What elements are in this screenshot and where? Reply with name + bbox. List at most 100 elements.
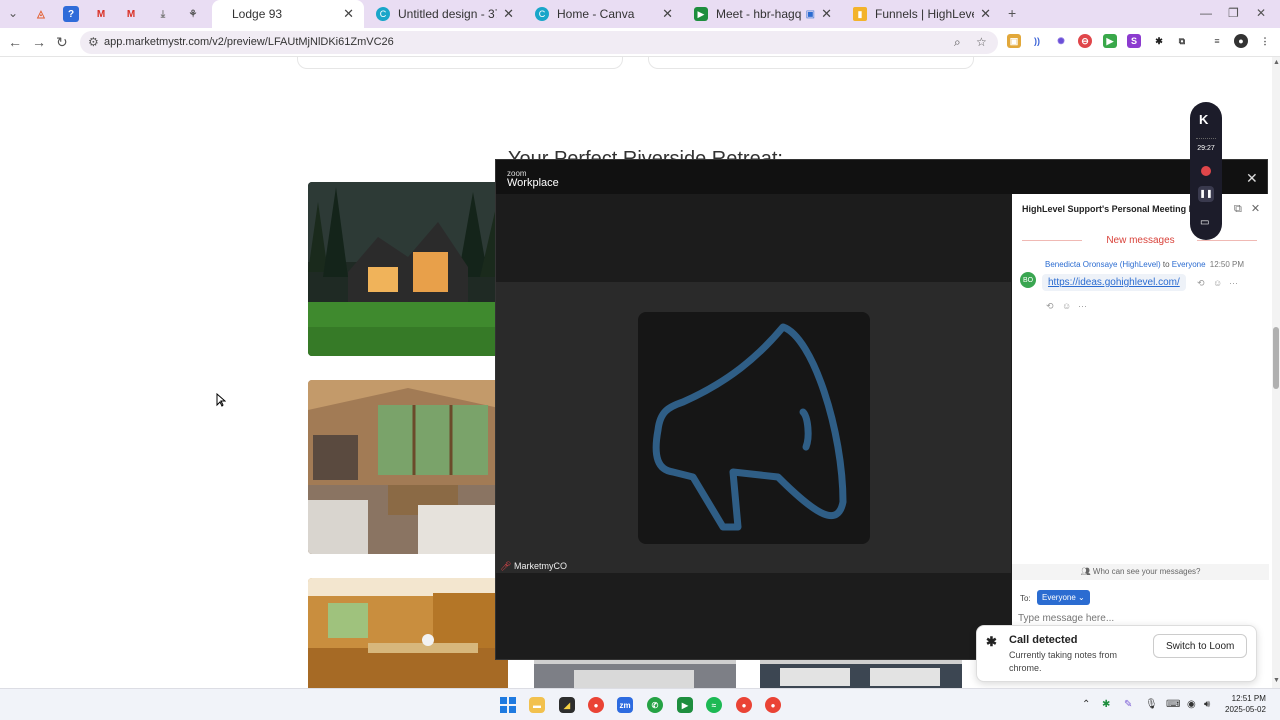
mouse-cursor-icon xyxy=(216,393,226,407)
sticky-notes-icon[interactable]: ◢ xyxy=(559,697,575,713)
tab-untitled-design[interactable]: C Untitled design - 375 × 233px ✕ xyxy=(366,0,524,28)
file-explorer-icon[interactable]: ▬ xyxy=(529,697,545,713)
minimize-icon[interactable]: — xyxy=(1200,6,1212,20)
menu-kebab-icon[interactable]: ⋮ xyxy=(1258,34,1272,48)
close-tab-icon[interactable]: ✕ xyxy=(503,6,514,22)
tray-overflow-icon[interactable]: ⌃ xyxy=(1082,699,1090,710)
reading-list-icon[interactable]: ≡ xyxy=(1210,34,1224,48)
megaphone-icon xyxy=(652,323,847,531)
extensions-puzzle-icon[interactable]: ⧉ xyxy=(1175,34,1189,48)
to-word: to xyxy=(1162,260,1170,269)
more-options-icon[interactable]: ··· xyxy=(1078,301,1087,311)
tab-lodge-93[interactable]: Lodge 93 ✕ xyxy=(212,0,364,28)
zoom-app-icon[interactable]: zm xyxy=(617,697,633,713)
divider xyxy=(1196,138,1216,140)
loom-logo-icon[interactable]: K xyxy=(1199,112,1208,127)
bedroom-photo[interactable] xyxy=(534,660,736,688)
recipient-dropdown[interactable]: Everyone ⌄ xyxy=(1037,590,1090,605)
volume-icon[interactable]: 🔊︎ xyxy=(1204,699,1210,710)
participant-name-label: 🎤︎ MarketmyCO xyxy=(500,561,567,572)
close-window-icon[interactable]: ✕ xyxy=(1256,6,1266,20)
chrome-profile-icon[interactable]: ● xyxy=(736,697,752,713)
site-info-icon[interactable]: ⚙ xyxy=(88,35,99,49)
popout-icon[interactable]: ⧉ xyxy=(1234,203,1242,215)
profile-avatar[interactable]: ● xyxy=(1234,34,1248,48)
chrome-profile-icon[interactable]: ● xyxy=(765,697,781,713)
new-tab-button[interactable]: + xyxy=(1008,5,1016,21)
who-can-see-messages[interactable]: 👥︎ Who can see your messages? xyxy=(1012,564,1269,580)
page-scrollbar[interactable]: ▲ ▼ xyxy=(1272,57,1280,688)
scroll-up-icon[interactable]: ▲ xyxy=(1273,59,1280,66)
extension-icon[interactable]: ⊖ xyxy=(1078,34,1092,48)
gmail-tab-icon[interactable]: M xyxy=(93,6,109,22)
avatar: BO xyxy=(1020,272,1036,288)
message-link[interactable]: https://ideas.gohighlevel.com/ xyxy=(1042,274,1186,291)
address-bar[interactable]: ⚙ app.marketmystr.com/v2/preview/LFAUtMj… xyxy=(80,31,998,54)
call-detected-toast: ✱ Call detected Currently taking notes f… xyxy=(976,625,1257,682)
extension-icon[interactable]: S xyxy=(1127,34,1141,48)
sender-name[interactable]: Benedicta Oronsaye (HighLevel) xyxy=(1045,260,1161,269)
bookmark-star-icon[interactable]: ☆ xyxy=(976,35,987,49)
emoji-react-icon[interactable]: ☺ xyxy=(1213,278,1222,288)
stop-record-icon[interactable] xyxy=(1201,166,1211,176)
close-tab-icon[interactable]: ✕ xyxy=(821,6,832,22)
tray-app-icon[interactable]: ✱ xyxy=(1102,699,1110,710)
forward-icon[interactable]: → xyxy=(32,34,46,50)
windows-start-icon[interactable] xyxy=(500,697,516,713)
pinned-tab-icon[interactable]: ⚘ xyxy=(185,6,201,22)
muted-mic-icon: 🎤︎ xyxy=(500,561,512,571)
pause-icon[interactable]: ❚❚ xyxy=(1198,186,1214,202)
browser-tab-strip: ⌄ ◬ ? M M ⤓ ⚘ Lodge 93 ✕ C Untitled desi… xyxy=(0,0,1280,28)
scroll-down-icon[interactable]: ▼ xyxy=(1273,677,1280,684)
maximize-icon[interactable]: ❐ xyxy=(1228,6,1239,20)
close-icon[interactable]: ✕ xyxy=(1246,170,1258,187)
scrollbar-thumb[interactable] xyxy=(1273,327,1279,389)
reply-icon[interactable]: ⟲ xyxy=(1046,301,1054,312)
close-tab-icon[interactable]: ✕ xyxy=(343,6,354,22)
wifi-icon[interactable]: ◉ xyxy=(1187,699,1196,710)
canva-icon: C xyxy=(535,7,549,21)
camera-icon[interactable]: ▭ xyxy=(1200,217,1209,228)
close-chat-icon[interactable]: ✕ xyxy=(1251,203,1260,215)
highlevel-icon: ▮ xyxy=(853,7,867,21)
extension-icon[interactable]: ✺ xyxy=(1054,34,1068,48)
gmail-tab-icon[interactable]: M xyxy=(123,6,139,22)
back-icon[interactable]: ← xyxy=(8,34,22,50)
close-tab-icon[interactable]: ✕ xyxy=(980,6,991,22)
recipient-name[interactable]: Everyone xyxy=(1172,260,1206,269)
kitchen-photo[interactable] xyxy=(308,578,508,688)
tray-pen-icon[interactable]: ✎ xyxy=(1124,699,1132,710)
download-tab-icon[interactable]: ⤓ xyxy=(155,6,171,22)
whatsapp-icon[interactable]: ✆ xyxy=(647,697,663,713)
living-room-photo[interactable] xyxy=(308,380,508,554)
reload-icon[interactable]: ↻ xyxy=(56,34,68,51)
toast-title: Call detected xyxy=(1009,634,1078,646)
tab-search-icon[interactable]: ⌄ xyxy=(8,6,18,20)
bedroom-photo[interactable] xyxy=(760,660,962,688)
who-can-see-text: Who can see your messages? xyxy=(1092,567,1201,576)
tab-meet[interactable]: ▶ Meet - hbr-hagq-hfc ▣ ✕ xyxy=(684,0,842,28)
extension-icon[interactable]: ▣ xyxy=(1007,34,1021,48)
keyboard-icon[interactable]: ⌨ xyxy=(1166,699,1180,710)
close-tab-icon[interactable]: ✕ xyxy=(662,6,673,22)
system-clock[interactable]: 12:51 PM 2025-05-02 xyxy=(1225,693,1266,715)
meet-app-icon[interactable]: ▶ xyxy=(677,697,693,713)
lodge-exterior-photo[interactable] xyxy=(308,182,508,356)
extension-icon[interactable]: ▶ xyxy=(1103,34,1117,48)
spotify-icon[interactable]: ≈ xyxy=(706,697,722,713)
zoom-lens-icon[interactable]: ⌕ xyxy=(954,35,961,50)
more-options-icon[interactable]: ··· xyxy=(1229,278,1238,288)
tab-funnels-highlevel[interactable]: ▮ Funnels | HighLevel ✕ xyxy=(843,0,1001,28)
message-input[interactable] xyxy=(1018,610,1258,626)
reply-icon[interactable]: ⟲ xyxy=(1197,278,1205,289)
chrome-icon[interactable]: ● xyxy=(588,697,604,713)
pinned-tab-icon[interactable]: ? xyxy=(63,6,79,22)
zoom-window: zoom Workplace ✕ 🎤︎ MarketmyCO HighLevel… xyxy=(495,159,1269,661)
extension-icon[interactable]: )) xyxy=(1030,34,1044,48)
tab-home-canva[interactable]: C Home - Canva ✕ xyxy=(525,0,683,28)
loom-extension-icon[interactable]: ✱ xyxy=(1152,34,1166,48)
emoji-react-icon[interactable]: ☺ xyxy=(1062,301,1071,311)
microphone-icon[interactable]: 🎙︎ xyxy=(1145,699,1158,710)
pinned-tab-icon[interactable]: ◬ xyxy=(33,6,49,22)
switch-to-loom-button[interactable]: Switch to Loom xyxy=(1153,634,1248,658)
